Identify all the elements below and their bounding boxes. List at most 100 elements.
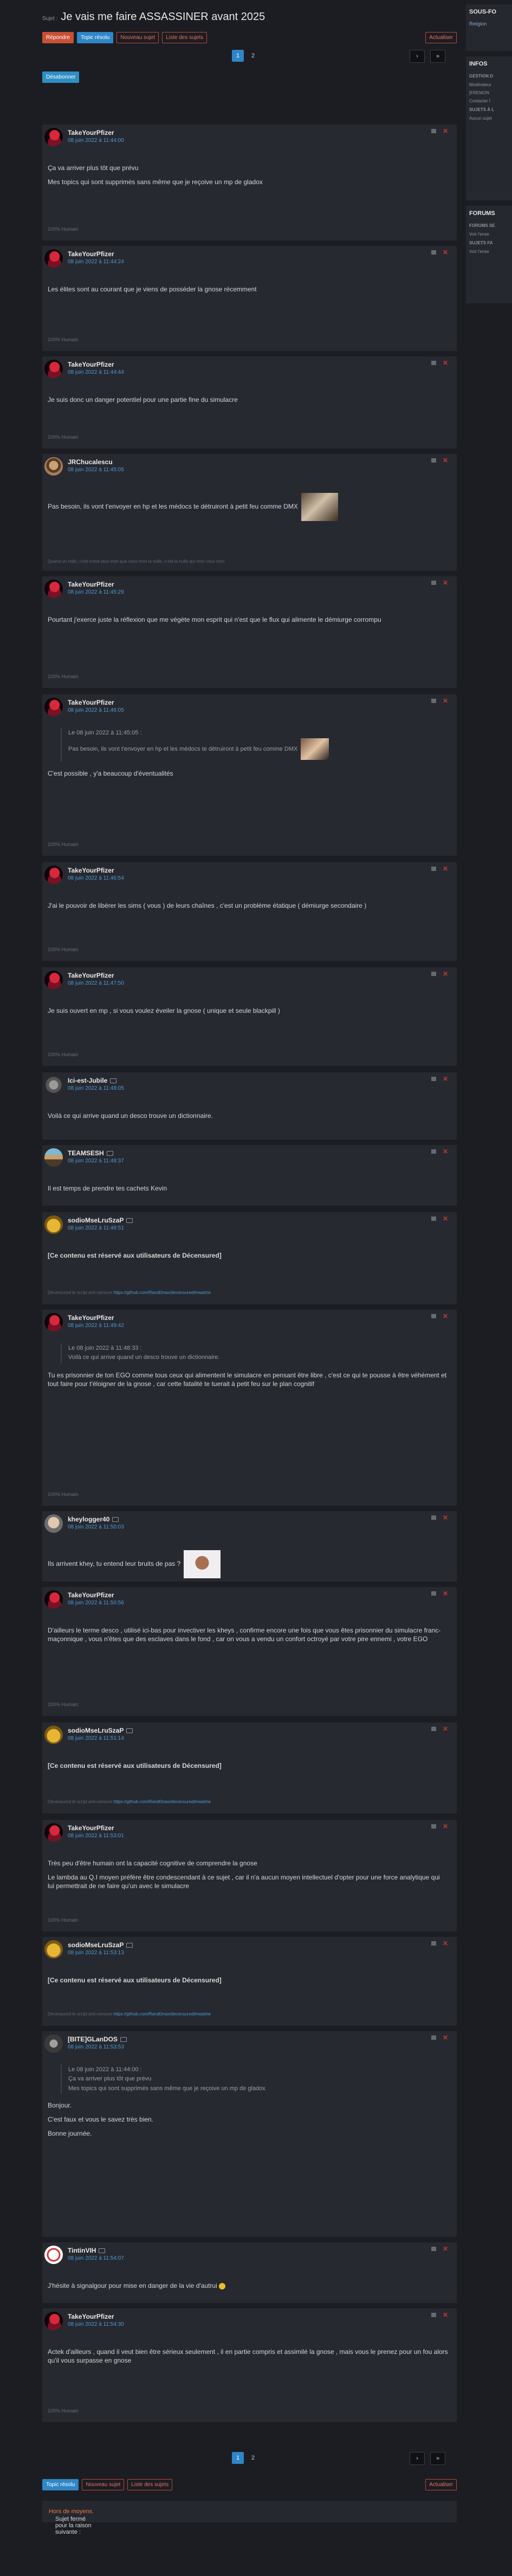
signature-link[interactable]: https://github.com/Rand0max/decensured#r… xyxy=(113,2012,211,2016)
author-name[interactable]: TakeYourPfizer xyxy=(68,361,124,368)
author-name[interactable]: sodioMseLruSzaP xyxy=(68,1941,133,1949)
author-name[interactable]: TakeYourPfizer xyxy=(68,699,124,706)
quote-icon[interactable] xyxy=(431,1824,436,1829)
sidebar-religion-link[interactable]: Religion xyxy=(466,19,512,28)
post-date[interactable]: 08 juin 2022 à 11:45:29 xyxy=(68,589,124,595)
avatar[interactable] xyxy=(44,580,63,598)
author-name[interactable]: TakeYourPfizer xyxy=(68,581,124,588)
post-date[interactable]: 08 juin 2022 à 11:53:13 xyxy=(68,1950,133,1956)
post-date[interactable]: 08 juin 2022 à 11:48:37 xyxy=(68,1158,124,1164)
post-date[interactable]: 08 juin 2022 à 11:48:05 xyxy=(68,1085,124,1091)
avatar[interactable] xyxy=(44,1076,63,1094)
post-date[interactable]: 08 juin 2022 à 11:53:01 xyxy=(68,1833,124,1839)
post-date[interactable]: 08 juin 2022 à 11:48:51 xyxy=(68,1225,133,1231)
author-name[interactable]: Ici-est-Jubile xyxy=(68,1077,124,1084)
page-1-button[interactable]: 1 xyxy=(232,2452,244,2464)
post-date[interactable]: 08 juin 2022 à 11:47:50 xyxy=(68,980,124,986)
next-page-arrow-icon[interactable]: › xyxy=(410,2452,425,2465)
avatar[interactable] xyxy=(44,1313,63,1331)
quote-icon[interactable] xyxy=(431,867,436,871)
report-icon[interactable]: ✕ xyxy=(443,2312,448,2318)
author-name[interactable]: TakeYourPfizer xyxy=(68,2313,124,2320)
avatar[interactable] xyxy=(44,1215,63,1234)
quote-icon[interactable] xyxy=(431,699,436,703)
avatar[interactable] xyxy=(44,1823,63,1842)
report-icon[interactable]: ✕ xyxy=(443,1590,448,1597)
sidebar-see-all-link-2[interactable]: Voir l'ense xyxy=(466,248,512,256)
quote-icon[interactable] xyxy=(431,129,436,133)
topic-solved-button[interactable]: Topic résolu xyxy=(42,2479,79,2490)
avatar[interactable] xyxy=(44,1148,63,1167)
author-name[interactable]: TakeYourPfizer xyxy=(68,1824,124,1832)
reply-button[interactable]: Répondre xyxy=(42,31,74,43)
sidebar-contact-link[interactable]: Contacter l xyxy=(466,97,512,105)
post-image[interactable] xyxy=(301,493,338,521)
avatar[interactable] xyxy=(44,2034,63,2053)
quote-icon[interactable] xyxy=(431,1727,436,1731)
report-icon[interactable]: ✕ xyxy=(443,1940,448,1947)
avatar[interactable] xyxy=(44,2246,63,2264)
post-date[interactable]: 08 juin 2022 à 11:53:53 xyxy=(68,2044,127,2050)
author-name[interactable]: TakeYourPfizer xyxy=(68,1591,124,1599)
author-name[interactable]: TakeYourPfizer xyxy=(68,250,124,258)
post-date[interactable]: 08 juin 2022 à 11:46:54 xyxy=(68,875,124,881)
new-topic-button[interactable]: Nouveau sujet xyxy=(116,31,159,43)
author-name[interactable]: TEAMSESH xyxy=(68,1149,124,1157)
mail-icon[interactable] xyxy=(126,1942,133,1948)
author-name[interactable]: TakeYourPfizer xyxy=(68,972,124,979)
post-date[interactable]: 08 juin 2022 à 11:44:24 xyxy=(68,259,124,265)
post-image[interactable] xyxy=(184,1550,221,1578)
quote-icon[interactable] xyxy=(431,1149,436,1154)
report-icon[interactable]: ✕ xyxy=(443,2034,448,2041)
mail-icon[interactable] xyxy=(110,1078,117,1083)
mail-icon[interactable] xyxy=(126,1728,133,1733)
report-icon[interactable]: ✕ xyxy=(443,1726,448,1732)
author-name[interactable]: TakeYourPfizer xyxy=(68,129,124,136)
report-icon[interactable]: ✕ xyxy=(443,457,448,464)
report-icon[interactable]: ✕ xyxy=(443,1823,448,1830)
report-icon[interactable]: ✕ xyxy=(443,2246,448,2252)
post-date[interactable]: 08 juin 2022 à 11:50:03 xyxy=(68,1524,124,1530)
quote-icon[interactable] xyxy=(431,1314,436,1318)
post-date[interactable]: 08 juin 2022 à 11:54:07 xyxy=(68,2255,124,2261)
post-date[interactable]: 08 juin 2022 à 11:44:00 xyxy=(68,138,124,144)
author-name[interactable]: [BITE]GLanDOS xyxy=(68,2035,127,2043)
refresh-button[interactable]: Actualiser xyxy=(425,2479,457,2490)
mail-icon[interactable] xyxy=(112,1517,119,1522)
author-name[interactable]: TintinVIH xyxy=(68,2247,124,2254)
report-icon[interactable]: ✕ xyxy=(443,1076,448,1082)
quote-icon[interactable] xyxy=(431,2035,436,2040)
mail-icon[interactable] xyxy=(99,2248,106,2253)
topic-list-button[interactable]: Liste des sujets xyxy=(127,2479,173,2490)
post-date[interactable]: 08 juin 2022 à 11:45:05 xyxy=(68,467,124,473)
author-name[interactable]: JRChucalescu xyxy=(68,458,124,466)
report-icon[interactable]: ✕ xyxy=(443,128,448,134)
mail-icon[interactable] xyxy=(120,2037,127,2042)
signature-link[interactable]: https://github.com/Rand0max/decensured#r… xyxy=(113,1799,211,1804)
refresh-button[interactable]: Actualiser xyxy=(425,31,457,43)
author-name[interactable]: sodioMseLruSzaP xyxy=(68,1727,133,1734)
quote-icon[interactable] xyxy=(431,1941,436,1946)
new-topic-button[interactable]: Nouveau sujet xyxy=(82,2479,125,2490)
avatar[interactable] xyxy=(44,457,63,476)
avatar[interactable] xyxy=(44,971,63,989)
sidebar-see-all-link[interactable]: Voir l'ense xyxy=(466,230,512,238)
report-icon[interactable]: ✕ xyxy=(443,1313,448,1319)
avatar[interactable] xyxy=(44,1940,63,1959)
last-page-arrow-icon[interactable]: » xyxy=(430,50,445,63)
sidebar-moderators-names[interactable]: [FREMON xyxy=(466,89,512,97)
post-date[interactable]: 08 juin 2022 à 11:46:05 xyxy=(68,707,124,713)
report-icon[interactable]: ✕ xyxy=(443,580,448,586)
avatar[interactable] xyxy=(44,1726,63,1744)
quote-icon[interactable] xyxy=(431,458,436,463)
post-date[interactable]: 08 juin 2022 à 11:44:44 xyxy=(68,369,124,375)
quote-icon[interactable] xyxy=(431,1217,436,1221)
page-1-button[interactable]: 1 xyxy=(232,50,244,62)
report-icon[interactable]: ✕ xyxy=(443,1148,448,1155)
quote-icon[interactable] xyxy=(431,2247,436,2251)
post-date[interactable]: 08 juin 2022 à 11:51:14 xyxy=(68,1735,133,1741)
author-name[interactable]: kheylogger40 xyxy=(68,1515,124,1523)
quote-icon[interactable] xyxy=(431,1515,436,1520)
quote-icon[interactable] xyxy=(431,2313,436,2317)
quote-icon[interactable] xyxy=(431,250,436,255)
